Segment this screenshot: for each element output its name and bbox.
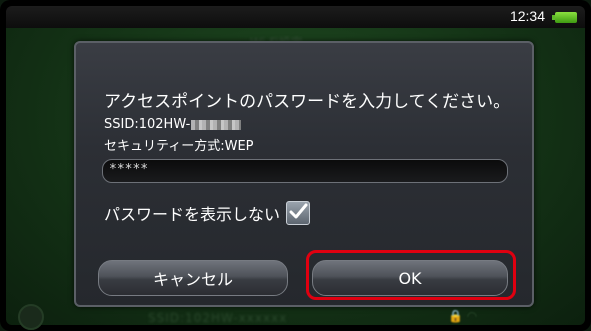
dialog-prompt: アクセスポイントのパスワードを入力してください。 xyxy=(104,92,511,112)
device-frame: 12:34 Wi-Fi設定 SSID:102HW-xxxxxx 🔒 ◠ アクセス… xyxy=(0,0,591,331)
hide-password-checkbox[interactable] xyxy=(286,201,311,225)
status-bar: 12:34 xyxy=(6,6,585,28)
cancel-button[interactable]: キャンセル xyxy=(98,260,288,296)
hide-password-row[interactable]: パスワードを表示しない xyxy=(104,201,311,225)
security-label: セキュリティー方式:WEP xyxy=(104,139,254,154)
password-field[interactable]: ***** xyxy=(102,159,508,183)
ok-highlight-box xyxy=(306,250,516,300)
hide-password-label: パスワードを表示しない xyxy=(104,205,281,224)
lock-wifi-icon: 🔒 ◠ xyxy=(448,309,478,323)
checkmark-icon xyxy=(289,203,308,219)
battery-icon xyxy=(552,12,577,23)
ssid-mask xyxy=(191,119,242,130)
ssid-label: SSID:102HW- xyxy=(104,117,242,132)
background-ssid: SSID:102HW-xxxxxx xyxy=(148,311,288,325)
ssid-text: SSID:102HW- xyxy=(104,117,191,132)
clock: 12:34 xyxy=(509,8,545,24)
back-icon[interactable] xyxy=(18,304,44,330)
